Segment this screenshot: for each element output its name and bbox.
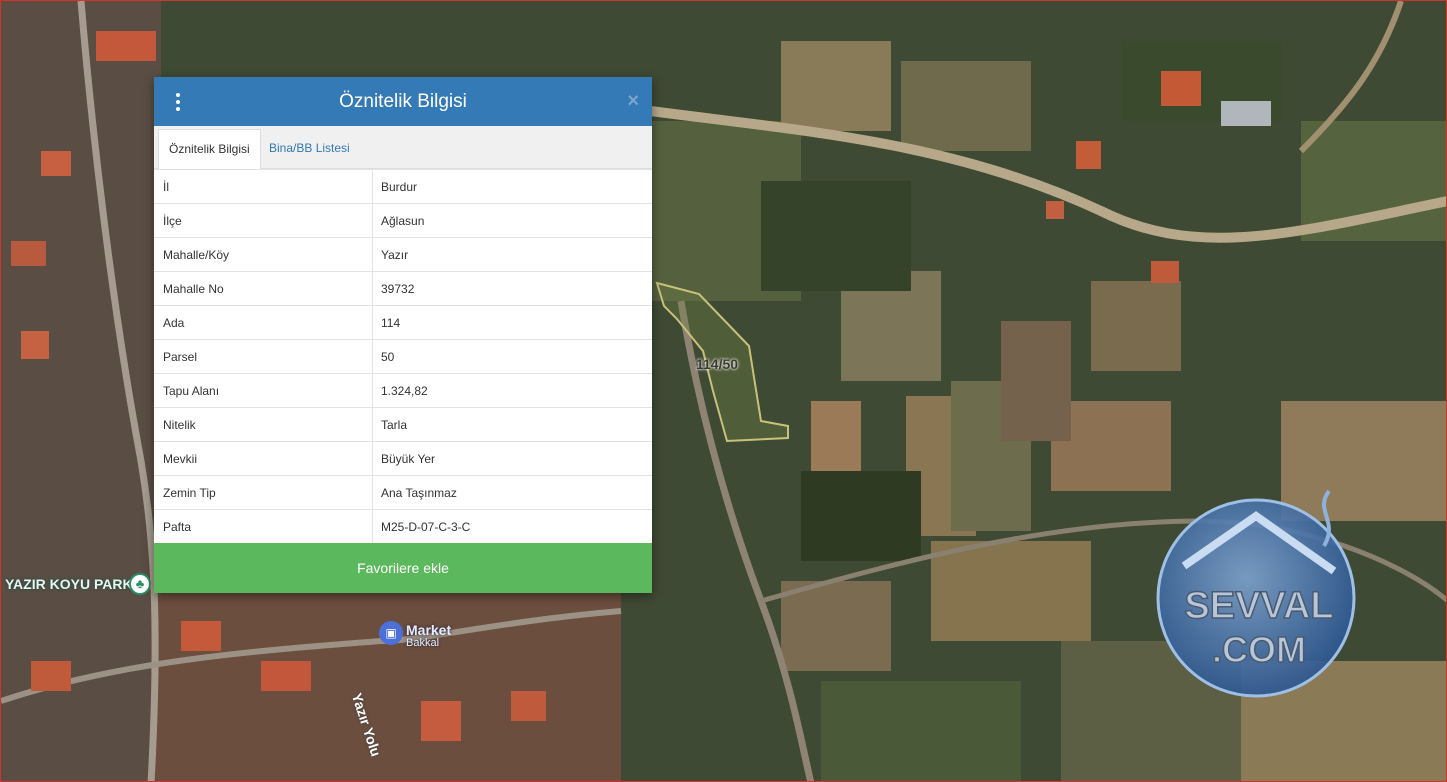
attribute-key: Ada — [154, 305, 373, 340]
table-row: İl Burdur — [154, 169, 652, 204]
table-row: Mahalle/Köy Yazır — [154, 237, 652, 272]
panel-title: Öznitelik Bilgisi — [339, 91, 467, 112]
attribute-key: Pafta — [154, 509, 373, 543]
table-row: Parsel 50 — [154, 339, 652, 374]
watermark-logo: SEVVAL .COM — [1144, 486, 1374, 706]
watermark-line2: .COM — [1212, 629, 1306, 670]
table-row: Zemin Tip Ana Taşınmaz — [154, 475, 652, 510]
table-row: Pafta M25-D-07-C-3-C — [154, 509, 652, 543]
attribute-table: İl Burdur İlçe Ağlasun Mahalle/Köy Yazır Mahal… — [154, 169, 652, 543]
table-row: Mevkii Büyük Yer — [154, 441, 652, 476]
attribute-key: İlçe — [154, 203, 373, 238]
table-row: Mahalle No 39732 — [154, 271, 652, 306]
table-row: İlçe Ağlasun — [154, 203, 652, 238]
table-row: Ada 114 — [154, 305, 652, 340]
attribute-value: Ağlasun — [372, 203, 652, 238]
tree-icon[interactable]: ♣ — [129, 573, 151, 595]
tab-building-list[interactable]: Bina/BB Listesi — [259, 129, 360, 168]
attribute-key: Nitelik — [154, 407, 373, 442]
attribute-value: 114 — [372, 305, 652, 340]
attribute-value: Burdur — [372, 169, 652, 204]
parcel-label: 114/50 — [696, 356, 739, 372]
tab-attribute-info[interactable]: Öznitelik Bilgisi — [158, 129, 261, 169]
tab-bar: Öznitelik Bilgisi Bina/BB Listesi — [154, 126, 652, 169]
attribute-value: 39732 — [372, 271, 652, 306]
attribute-key: Mevkii — [154, 441, 373, 476]
attribute-value: M25-D-07-C-3-C — [372, 509, 652, 543]
attribute-value: 1.324,82 — [372, 373, 652, 408]
close-icon[interactable]: × — [627, 90, 639, 113]
market-sublabel: Bakkal — [406, 637, 440, 649]
attribute-value: Ana Taşınmaz — [372, 475, 652, 510]
panel-header: Öznitelik Bilgisi × — [154, 77, 652, 126]
park-label: YAZIR KOYU PARKI — [5, 576, 137, 592]
add-to-favorites-button[interactable]: Favorilere ekle — [154, 543, 652, 593]
watermark-line1: SEVVAL — [1184, 585, 1333, 627]
attribute-value: Büyük Yer — [372, 441, 652, 476]
attribute-key: Mahalle No — [154, 271, 373, 306]
attribute-value: Yazır — [372, 237, 652, 272]
market-icon[interactable]: ▣ — [379, 621, 403, 645]
attribute-key: Tapu Alanı — [154, 373, 373, 408]
attribute-value: 50 — [372, 339, 652, 374]
attribute-key: Parsel — [154, 339, 373, 374]
attribute-panel: Öznitelik Bilgisi × Öznitelik Bilgisi Bi… — [154, 77, 652, 593]
attribute-value: Tarla — [372, 407, 652, 442]
attribute-key: Mahalle/Köy — [154, 237, 373, 272]
market-label: Market — [406, 622, 452, 638]
table-row: Tapu Alanı 1.324,82 — [154, 373, 652, 408]
attribute-key: Zemin Tip — [154, 475, 373, 510]
attribute-key: İl — [154, 169, 373, 204]
table-row: Nitelik Tarla — [154, 407, 652, 442]
